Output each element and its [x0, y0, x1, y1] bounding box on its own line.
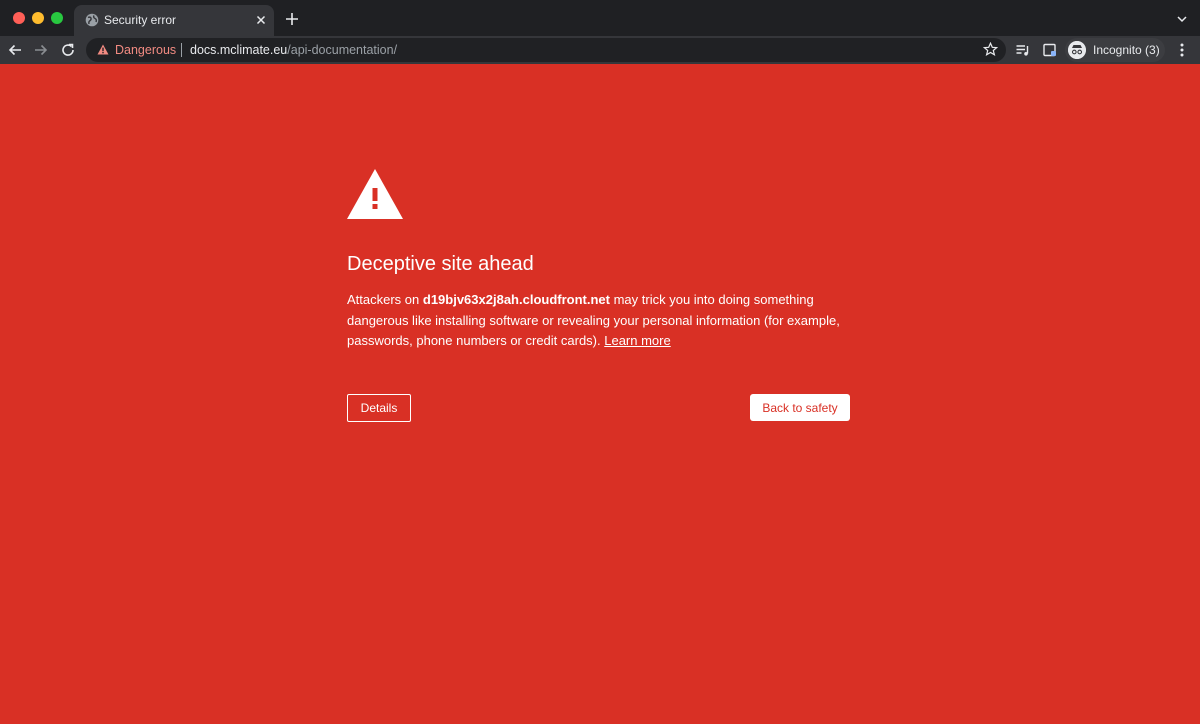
safe-browsing-interstitial: Deceptive site ahead Attackers on d19bjv… [0, 64, 1200, 724]
back-arrow-icon[interactable] [7, 42, 23, 58]
details-button[interactable]: Details [347, 394, 411, 422]
url-text[interactable]: docs.mclimate.eu/api-documentation/ [190, 43, 397, 57]
tab-strip: Security error [0, 0, 1200, 36]
url-path: /api-documentation/ [287, 43, 398, 57]
side-panel-icon[interactable] [1042, 42, 1058, 58]
page-title: Deceptive site ahead [347, 253, 534, 275]
learn-more-link[interactable]: Learn more [604, 333, 670, 348]
forward-arrow-icon[interactable] [33, 42, 49, 58]
close-icon[interactable] [254, 13, 268, 27]
warning-message: Attackers on d19bjv63x2j8ah.cloudfront.n… [347, 290, 847, 352]
bookmark-star-icon[interactable] [983, 42, 998, 57]
reload-icon[interactable] [60, 42, 76, 58]
window-close-button[interactable] [13, 12, 25, 24]
window-maximize-button[interactable] [51, 12, 63, 24]
warning-triangle-icon [347, 169, 403, 219]
window-minimize-button[interactable] [32, 12, 44, 24]
profile-button[interactable]: Incognito (3) [1065, 38, 1165, 62]
tab-title: Security error [104, 13, 177, 27]
globe-icon [85, 13, 99, 27]
message-prefix: Attackers on [347, 292, 423, 307]
kebab-menu-icon[interactable] [1180, 42, 1184, 58]
omnibox-divider [181, 43, 182, 57]
new-tab-plus-icon[interactable] [285, 12, 299, 26]
incognito-icon [1068, 41, 1086, 59]
back-to-safety-button[interactable]: Back to safety [750, 394, 850, 421]
chevron-down-icon[interactable] [1176, 14, 1188, 24]
media-control-icon[interactable] [1015, 42, 1031, 58]
browser-toolbar: Dangerous docs.mclimate.eu/api-documenta… [0, 36, 1200, 64]
dangerous-host: d19bjv63x2j8ah.cloudfront.net [422, 292, 610, 307]
url-host: docs.mclimate.eu [190, 43, 288, 57]
profile-label: Incognito (3) [1093, 43, 1160, 57]
tab-security-error[interactable]: Security error [74, 5, 274, 36]
warning-triangle-icon[interactable] [97, 44, 109, 55]
address-bar[interactable]: Dangerous docs.mclimate.eu/api-documenta… [86, 38, 1006, 62]
security-status-label[interactable]: Dangerous [115, 43, 176, 57]
